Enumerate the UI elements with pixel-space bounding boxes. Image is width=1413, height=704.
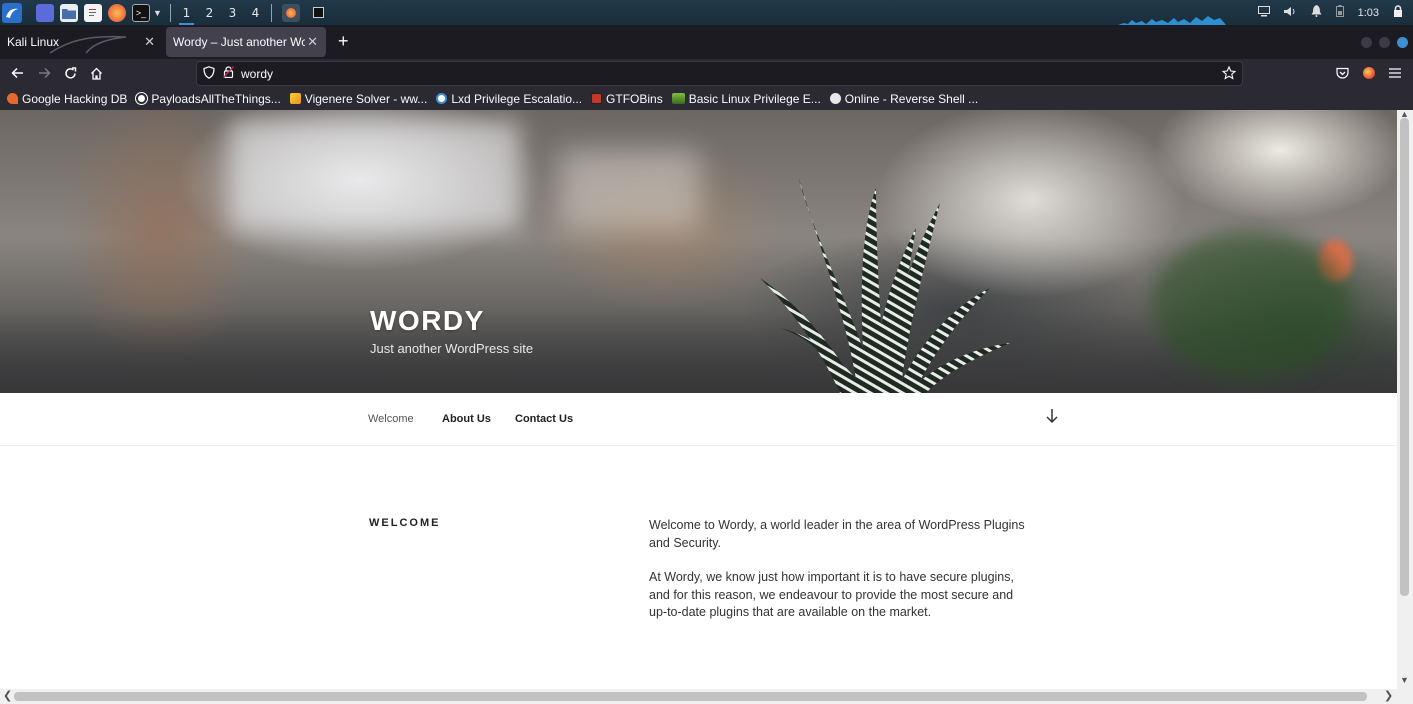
bookmark-lxd-privilege-escalation[interactable]: Lxd Privilege Escalatio... xyxy=(436,92,582,106)
lock-screen-icon[interactable] xyxy=(1393,5,1403,20)
tab-label: Wordy – Just another WordPress site xyxy=(173,35,305,49)
bookmark-gtfobins[interactable]: GTFOBins xyxy=(591,92,663,106)
close-tab-icon[interactable]: ✕ xyxy=(144,34,155,50)
g0tmi1k-icon xyxy=(671,93,685,104)
pocket-icon[interactable] xyxy=(1332,63,1352,83)
forward-arrow-icon[interactable] xyxy=(34,63,54,83)
insecure-lock-icon[interactable] xyxy=(223,66,234,81)
maximize-window-button[interactable] xyxy=(1379,37,1390,48)
page-viewport: WORDY Just another WordPress site Welcom… xyxy=(0,110,1397,689)
clock[interactable]: 1:03 xyxy=(1358,7,1379,19)
paragraph: Welcome to Wordy, a world leader in the … xyxy=(649,518,1025,550)
volume-icon[interactable] xyxy=(1283,6,1297,20)
url-input[interactable] xyxy=(241,66,1201,81)
browser-tab-strip: Kali Linux ✕ Wordy – Just another WordPr… xyxy=(0,25,1413,59)
bookmark-basic-linux-privilege[interactable]: Basic Linux Privilege E... xyxy=(671,91,821,106)
github-icon xyxy=(136,93,148,104)
bookmark-google-hacking-db[interactable]: Google Hacking DB xyxy=(7,92,127,106)
firefox-window-icon[interactable] xyxy=(281,3,300,22)
scroll-right-icon[interactable]: ❯ xyxy=(1384,689,1393,702)
notification-bell-icon[interactable] xyxy=(1311,5,1322,20)
gtfobins-icon xyxy=(591,93,603,104)
menu-item-welcome[interactable]: Welcome xyxy=(368,413,414,425)
paragraph: At Wordy, we know just how important it … xyxy=(649,570,1014,620)
network-monitor-graph xyxy=(1118,16,1226,25)
entry-title: WELCOME xyxy=(369,517,441,529)
bookmark-online-reverse-shell[interactable]: Online - Reverse Shell ... xyxy=(829,91,979,106)
firefox-icon[interactable] xyxy=(108,3,126,22)
new-tab-button[interactable]: + xyxy=(338,31,349,52)
bookmark-label: Online - Reverse Shell ... xyxy=(844,91,979,106)
site-title[interactable]: WORDY xyxy=(370,305,485,337)
bookmark-label: Lxd Privilege Escalatio... xyxy=(451,91,583,106)
home-icon[interactable] xyxy=(86,63,106,83)
workspace-1[interactable]: 1 xyxy=(175,0,198,25)
terminal-window-icon[interactable] xyxy=(310,4,328,22)
tracking-protection-shield-icon[interactable] xyxy=(203,65,215,82)
hamburger-menu-icon[interactable] xyxy=(1385,63,1405,83)
battery-icon[interactable] xyxy=(1335,5,1344,20)
bookmark-label: Basic Linux Privilege E... xyxy=(688,91,821,106)
entry-content: Welcome to Wordy, a world leader in the … xyxy=(649,517,1034,639)
display-icon[interactable] xyxy=(1257,5,1270,20)
back-arrow-icon[interactable] xyxy=(7,63,27,83)
bookmark-star-icon[interactable] xyxy=(1221,65,1237,83)
scroll-down-arrow-icon[interactable] xyxy=(1045,408,1059,429)
browser-nav-toolbar xyxy=(0,59,1413,87)
close-window-button[interactable] xyxy=(1397,37,1408,48)
background-plant-blur xyxy=(1150,230,1350,380)
vertical-scrollbar[interactable]: ▲ ▼ xyxy=(1397,109,1413,689)
show-desktop-icon[interactable] xyxy=(36,3,54,22)
skull-icon xyxy=(829,93,841,104)
url-bar[interactable] xyxy=(196,61,1243,86)
menu-item-contact-us[interactable]: Contact Us xyxy=(515,413,573,425)
terminal-icon[interactable]: >_ xyxy=(132,3,150,22)
bookmark-label: GTFOBins xyxy=(606,91,663,106)
scroll-left-icon[interactable]: ❮ xyxy=(3,689,12,702)
tab-kali-linux[interactable]: Kali Linux ✕ xyxy=(0,27,163,57)
site-header-image: WORDY Just another WordPress site xyxy=(0,110,1397,393)
text-editor-icon[interactable] xyxy=(84,3,102,22)
chevron-down-icon[interactable]: ▼ xyxy=(153,8,162,18)
workspace-4[interactable]: 4 xyxy=(244,0,267,25)
vertical-scroll-thumb[interactable] xyxy=(1400,118,1409,596)
exploit-db-icon xyxy=(7,93,18,104)
kali-menu-icon[interactable] xyxy=(2,2,22,23)
minimize-window-button[interactable] xyxy=(1361,37,1372,48)
bookmark-label: Vigenere Solver - ww... xyxy=(304,91,428,106)
reload-icon[interactable] xyxy=(60,63,80,83)
horizontal-scrollbar[interactable]: ❮ ❯ xyxy=(0,689,1413,704)
separator xyxy=(270,3,272,22)
system-tray: 1:03 xyxy=(1257,0,1413,25)
site-description: Just another WordPress site xyxy=(370,341,534,356)
workspace-2[interactable]: 2 xyxy=(198,0,221,25)
workspace-3[interactable]: 3 xyxy=(221,0,244,25)
horizontal-scroll-thumb[interactable] xyxy=(14,692,1367,701)
kali-dragon-icon xyxy=(49,35,127,54)
file-manager-icon[interactable] xyxy=(60,3,78,22)
bookmark-label: Google Hacking DB xyxy=(22,91,128,106)
background-window-blur xyxy=(230,120,520,230)
bookmark-payloadsallthethings[interactable]: PayloadsAllTheThings... xyxy=(136,91,281,106)
separator xyxy=(169,3,171,22)
tab-wordy[interactable]: Wordy – Just another WordPress site ✕ xyxy=(166,27,326,57)
bookmarks-toolbar: Google Hacking DB PayloadsAllTheThings..… xyxy=(0,87,1413,110)
wordpress-icon xyxy=(436,93,448,104)
system-taskbar: >_ ▼ 1 2 3 4 1:03 xyxy=(0,0,1413,25)
background-window-blur xyxy=(560,150,700,230)
close-tab-icon[interactable]: ✕ xyxy=(307,34,318,50)
dcode-icon xyxy=(289,93,301,104)
scroll-down-icon[interactable]: ▼ xyxy=(1400,675,1409,685)
zebra-plant-image xyxy=(760,176,1010,393)
site-navigation: Welcome About Us Contact Us xyxy=(0,393,1397,446)
bookmark-label: PayloadsAllTheThings... xyxy=(151,91,281,106)
firefox-account-icon[interactable] xyxy=(1359,63,1379,83)
bookmark-vigenere-solver[interactable]: Vigenere Solver - ww... xyxy=(289,91,428,106)
menu-item-about-us[interactable]: About Us xyxy=(442,413,491,425)
